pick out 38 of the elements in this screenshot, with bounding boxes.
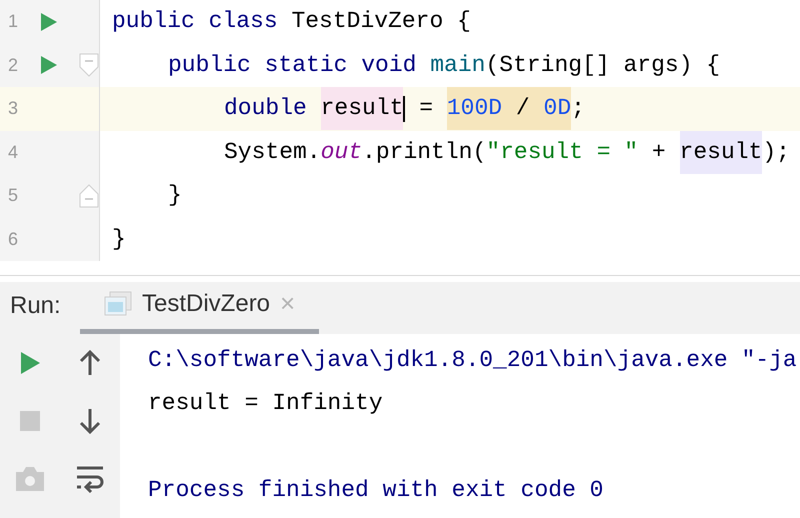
highlighted-code-token: result xyxy=(320,87,404,130)
highlighted-code-token: 0D xyxy=(544,87,572,130)
console-line: result = Infinity xyxy=(148,389,383,418)
line-number: 5 xyxy=(7,184,20,208)
tab-label: TestDivZero xyxy=(142,288,270,318)
code-token: (String[] args) { xyxy=(485,50,720,80)
run-gutter-icon[interactable] xyxy=(40,12,58,32)
text-caret xyxy=(403,96,406,122)
code-token: TestDivZero { xyxy=(291,7,471,36)
code-token: public static void xyxy=(168,50,418,80)
fold-icon[interactable] xyxy=(79,53,99,78)
run-label: Run: xyxy=(9,291,62,321)
highlighted-code-token: / xyxy=(502,87,544,130)
code-token: double xyxy=(224,94,308,124)
console-line: Process finished with exit code 0 xyxy=(148,476,604,505)
code-token: + xyxy=(650,138,667,167)
highlighted-code-token: result xyxy=(680,130,762,174)
line-number: 1 xyxy=(7,10,20,34)
code-token: out xyxy=(320,138,362,167)
fold-icon[interactable] xyxy=(79,184,99,208)
line-number: 6 xyxy=(7,228,20,251)
line-number: 3 xyxy=(7,97,20,120)
line-number: 2 xyxy=(7,54,20,77)
code-token: ; xyxy=(571,94,585,124)
console-line: C:\software\java\jdk1.8.0_201\bin\java.exe "-ja xyxy=(148,346,797,374)
line-number: 4 xyxy=(7,140,20,164)
console-icon xyxy=(104,290,132,316)
code-token: System. xyxy=(224,138,321,167)
code-token: public class xyxy=(112,7,279,36)
code-token: .println( xyxy=(362,138,486,167)
code-token: "result = " xyxy=(486,138,638,167)
run-gutter-icon[interactable] xyxy=(40,55,58,76)
code-token: = xyxy=(418,94,434,124)
code-token: main xyxy=(430,50,486,80)
code-token: ); xyxy=(762,138,790,167)
code-token: } xyxy=(112,224,126,254)
highlighted-code-token: 100D xyxy=(446,87,502,130)
code-token: } xyxy=(168,181,182,210)
